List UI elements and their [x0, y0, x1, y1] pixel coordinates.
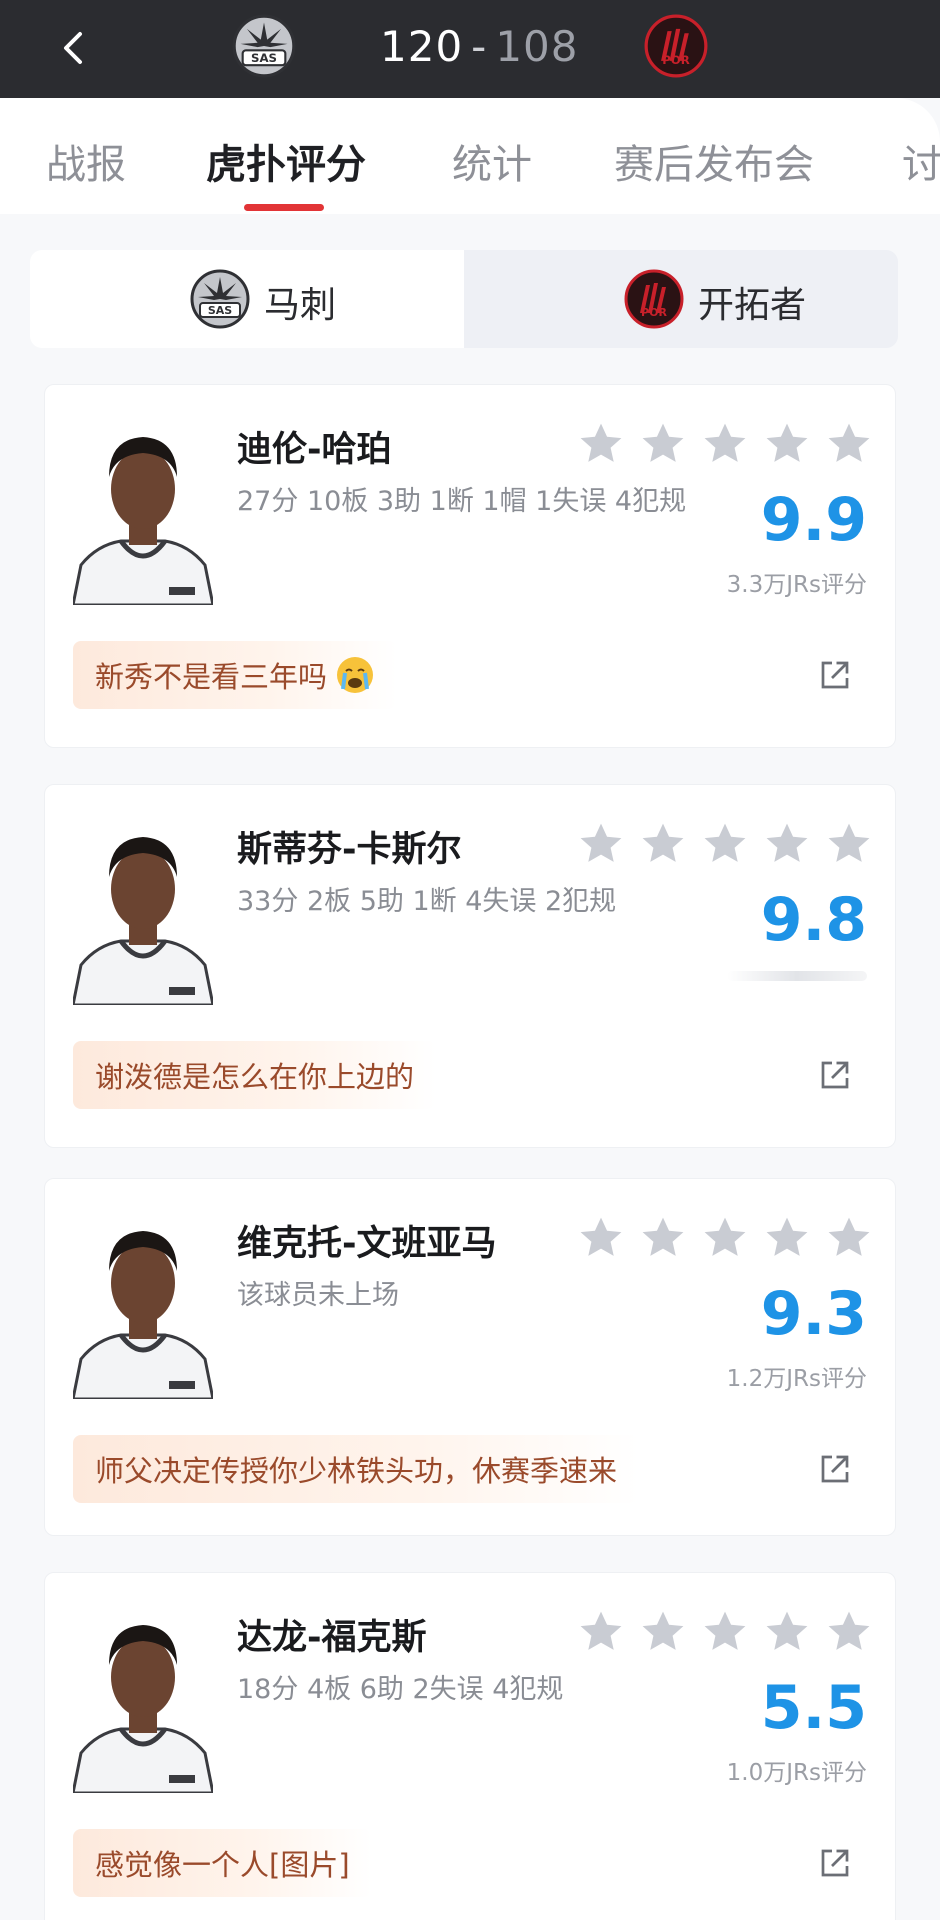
spurs-logo[interactable] — [232, 14, 296, 78]
tab-discussion[interactable]: 讨 — [902, 132, 940, 190]
team-label-blazers: 开拓者 — [698, 285, 807, 326]
tab-hupu-rating[interactable]: 虎扑评分 — [206, 132, 366, 190]
rating-count: 3.3万JRs评分 — [726, 572, 867, 598]
player-photo — [73, 815, 213, 1005]
player-rating: 5.5 — [760, 1673, 867, 1743]
star-icon[interactable] — [637, 1213, 689, 1263]
team-tab-spurs[interactable]: 马刺 — [30, 250, 464, 348]
star-icon[interactable] — [699, 819, 751, 869]
player-name: 斯蒂芬-卡斯尔 — [237, 830, 462, 870]
tab-press-conference[interactable]: 赛后发布会 — [614, 132, 814, 190]
player-rating: 9.8 — [760, 885, 867, 955]
player-card[interactable]: 维克托-文班亚马 该球员未上场 9.3 1.2万JRs评分 师父决定传授你少林铁… — [44, 1178, 896, 1536]
player-stats: 33分 2板 5助 1断 4失误 2犯规 — [237, 886, 617, 917]
star-icon[interactable] — [699, 419, 751, 469]
star-icon[interactable] — [761, 1213, 813, 1263]
rating-stars[interactable] — [575, 419, 875, 469]
star-icon[interactable] — [699, 1607, 751, 1657]
player-name: 达龙-福克斯 — [237, 1618, 427, 1658]
blazers-logo[interactable] — [644, 14, 708, 78]
home-score: 120 — [380, 22, 464, 71]
star-icon[interactable] — [761, 419, 813, 469]
share-icon[interactable] — [817, 1057, 853, 1093]
player-name: 迪伦-哈珀 — [237, 430, 392, 470]
rating-count: 1.0万JRs评分 — [726, 1760, 867, 1786]
tab-bar: 战报 虎扑评分 统计 赛后发布会 讨 — [0, 98, 940, 214]
star-icon[interactable] — [761, 1607, 813, 1657]
star-icon[interactable] — [575, 1607, 627, 1657]
team-label-spurs: 马刺 — [264, 285, 337, 326]
top-comment[interactable]: 感觉像一个人[图片] — [73, 1829, 372, 1897]
score-separator: - — [471, 22, 488, 71]
rating-count-blurred — [727, 971, 867, 981]
tab-stats[interactable]: 统计 — [452, 132, 532, 190]
star-icon[interactable] — [823, 819, 875, 869]
comment-text: 师父决定传授你少林铁头功，休赛季速来 — [95, 1454, 618, 1488]
team-tab-blazers[interactable]: 开拓者 — [464, 250, 898, 348]
star-icon[interactable] — [637, 419, 689, 469]
rating-stars[interactable] — [575, 819, 875, 869]
star-icon[interactable] — [637, 1607, 689, 1657]
comment-text: 谢泼德是怎么在你上边的 — [95, 1060, 415, 1094]
game-header: 120-108 — [0, 0, 940, 98]
top-comment[interactable]: 新秀不是看三年吗 — [73, 641, 398, 709]
away-score: 108 — [495, 22, 579, 71]
top-comment[interactable]: 师父决定传授你少林铁头功，休赛季速来 — [73, 1435, 640, 1503]
share-icon[interactable] — [817, 1845, 853, 1881]
star-icon[interactable] — [575, 419, 627, 469]
tab-report[interactable]: 战报 — [46, 132, 126, 190]
crying-emoji-icon — [337, 657, 374, 693]
share-icon[interactable] — [817, 1451, 853, 1487]
player-stats: 18分 4板 6助 2失误 4犯规 — [237, 1674, 564, 1705]
player-stats: 该球员未上场 — [237, 1280, 399, 1311]
player-photo — [73, 415, 213, 605]
star-icon[interactable] — [575, 819, 627, 869]
star-icon[interactable] — [823, 419, 875, 469]
blazers-logo — [624, 269, 684, 329]
player-photo — [73, 1209, 213, 1399]
active-tab-indicator — [244, 204, 324, 211]
player-rating: 9.9 — [760, 485, 867, 555]
star-icon[interactable] — [637, 819, 689, 869]
player-card[interactable]: 斯蒂芬-卡斯尔 33分 2板 5助 1断 4失误 2犯规 9.8 谢泼德是怎么在… — [44, 784, 896, 1148]
player-name: 维克托-文班亚马 — [237, 1224, 497, 1264]
star-icon[interactable] — [761, 819, 813, 869]
rating-stars[interactable] — [575, 1607, 875, 1657]
player-stats: 27分 10板 3助 1断 1帽 1失误 4犯规 — [237, 486, 687, 517]
star-icon[interactable] — [823, 1607, 875, 1657]
comment-text: 感觉像一个人[图片] — [95, 1848, 350, 1882]
star-icon[interactable] — [699, 1213, 751, 1263]
comment-text: 新秀不是看三年吗 — [95, 660, 328, 694]
player-card[interactable]: 达龙-福克斯 18分 4板 6助 2失误 4犯规 5.5 1.0万JRs评分 感… — [44, 1572, 896, 1920]
score: 120-108 — [380, 22, 579, 71]
player-rating: 9.3 — [760, 1279, 867, 1349]
share-icon[interactable] — [817, 657, 853, 693]
rating-stars[interactable] — [575, 1213, 875, 1263]
chevron-left-icon[interactable] — [46, 18, 106, 78]
spurs-logo — [190, 269, 250, 329]
top-comment[interactable]: 谢泼德是怎么在你上边的 — [73, 1041, 437, 1109]
star-icon[interactable] — [823, 1213, 875, 1263]
team-switch: 马刺 开拓者 — [30, 250, 898, 348]
star-icon[interactable] — [575, 1213, 627, 1263]
player-card[interactable]: 迪伦-哈珀 27分 10板 3助 1断 1帽 1失误 4犯规 9.9 3.3万J… — [44, 384, 896, 748]
rating-count: 1.2万JRs评分 — [726, 1366, 867, 1392]
player-photo — [73, 1603, 213, 1793]
